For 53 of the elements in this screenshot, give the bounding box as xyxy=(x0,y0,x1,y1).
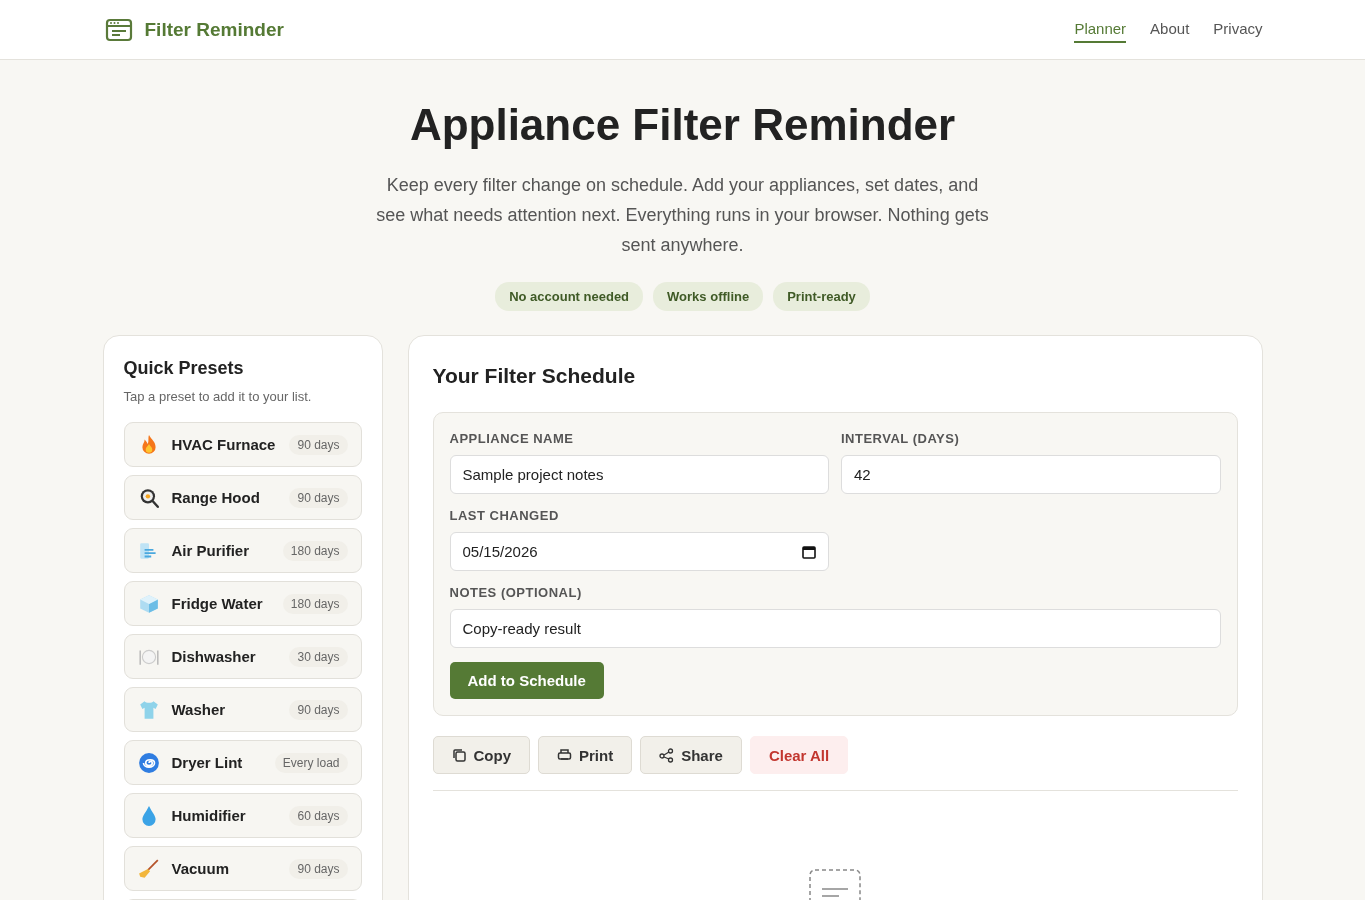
share-icon xyxy=(659,747,675,763)
nav-link[interactable]: Planner xyxy=(1074,16,1127,43)
page-subtitle: Keep every filter change on schedule. Add your appliances, set dates, and see what needs attention next. Everything runs in your browser. Nothing gets sent anywhere. xyxy=(375,174,990,257)
calendar-icon xyxy=(802,544,816,559)
preset-button[interactable]: Washer 90 days xyxy=(123,687,362,732)
interval-pill: 90 days xyxy=(289,434,348,455)
action-button[interactable]: Print xyxy=(538,736,633,774)
feature-badge: Works offline xyxy=(653,282,764,311)
panel-title: Your Filter Schedule xyxy=(432,364,637,388)
app-logo-icon xyxy=(104,17,133,42)
preset-button[interactable]: Humidifier 60 days xyxy=(123,793,362,838)
ice-cube-icon xyxy=(137,592,160,615)
panel-title: Quick Presets xyxy=(123,358,245,379)
page-title: Appliance Filter Reminder xyxy=(408,100,957,150)
empty-list-icon xyxy=(809,869,861,900)
copy-icon xyxy=(451,747,467,763)
interval-pill: 180 days xyxy=(282,540,348,561)
preset-button[interactable]: Air Purifier 180 days xyxy=(123,528,362,573)
nav-link[interactable]: About xyxy=(1150,16,1190,43)
action-button[interactable]: Clear All xyxy=(749,736,849,774)
interval-pill: 90 days xyxy=(289,699,348,720)
field-label: INTERVAL (DAYS) xyxy=(841,431,961,446)
notes-field[interactable]: Copy-ready result xyxy=(449,609,1221,648)
broom-icon xyxy=(137,857,160,880)
date-field[interactable]: 05/15/2026 xyxy=(449,532,829,571)
interval-pill: 180 days xyxy=(282,593,348,614)
preset-button[interactable]: Range Hood 90 days xyxy=(123,475,362,520)
panel-hint: Tap a preset to add it to your list. xyxy=(123,389,313,404)
nav-link[interactable]: Privacy xyxy=(1213,16,1263,43)
interval-field[interactable]: 42 xyxy=(841,455,1221,494)
t-shirt-icon xyxy=(137,698,160,721)
interval-pill: Every load xyxy=(274,752,348,773)
brand-name: Filter Reminder xyxy=(144,18,284,41)
feature-badge: No account needed xyxy=(495,282,644,311)
field-label: LAST CHANGED xyxy=(449,508,560,523)
preset-button[interactable]: Vacuum 90 days xyxy=(123,846,362,891)
spiral-icon xyxy=(137,751,160,774)
action-button[interactable]: Copy xyxy=(432,736,530,774)
preset-button[interactable]: Dryer Lint Every load xyxy=(123,740,362,785)
feature-badge: Print-ready xyxy=(773,282,870,311)
interval-pill: 90 days xyxy=(289,487,348,508)
name-field[interactable]: Sample project notes xyxy=(449,455,829,494)
preset-button[interactable]: Dishwasher 30 days xyxy=(123,634,362,679)
field-label: APPLIANCE NAME xyxy=(449,431,575,446)
field-label: NOTES (OPTIONAL) xyxy=(449,585,583,600)
printer-icon xyxy=(557,747,572,763)
add-button[interactable]: Add to Schedule xyxy=(449,662,604,699)
preset-button[interactable]: HVAC Furnace 90 days xyxy=(123,422,362,467)
interval-pill: 90 days xyxy=(289,858,348,879)
preset-button[interactable]: Fridge Water 180 days xyxy=(123,581,362,626)
interval-pill: 60 days xyxy=(289,805,348,826)
interval-pill: 30 days xyxy=(289,646,348,667)
action-button[interactable]: Share xyxy=(640,736,742,774)
